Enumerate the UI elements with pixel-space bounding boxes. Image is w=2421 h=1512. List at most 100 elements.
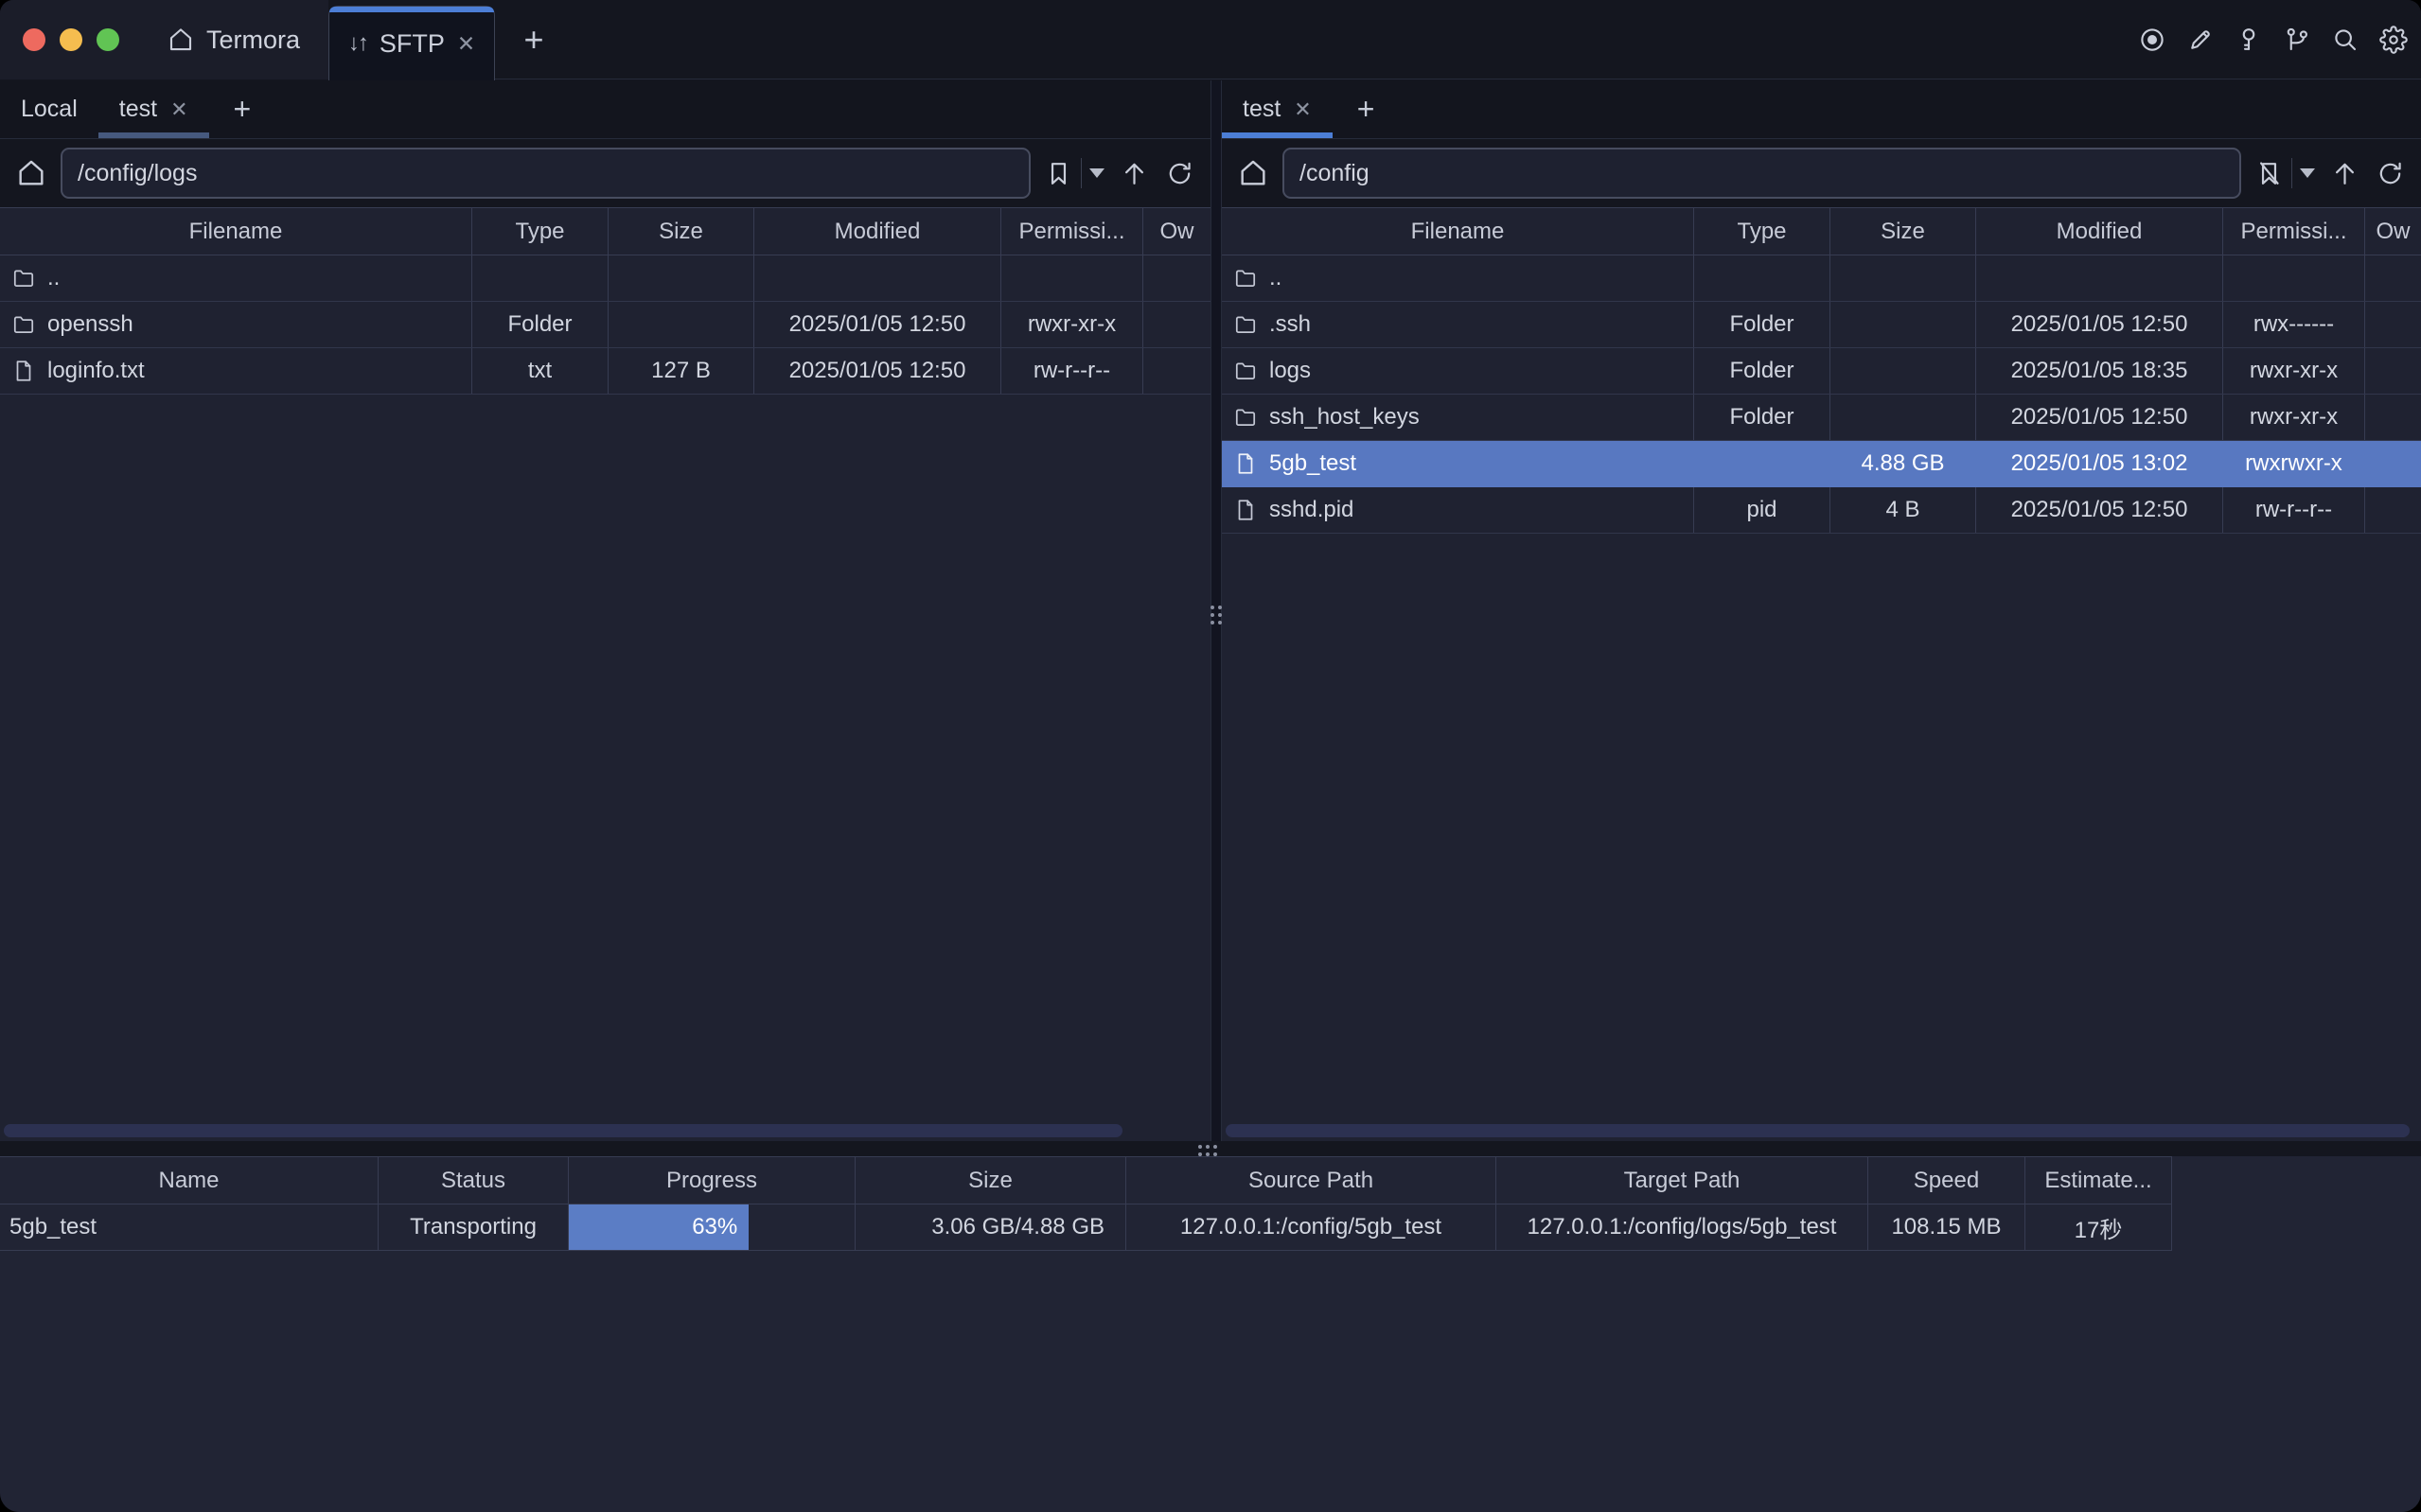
folder-icon [1233,266,1258,290]
left-home-icon[interactable] [15,157,47,189]
progress-label: 63% [692,1214,737,1240]
file-permissions [1001,255,1143,301]
column-header-status[interactable]: Status [379,1157,569,1204]
tab-sftp[interactable]: ↓↑ SFTP ✕ [328,6,495,80]
column-header-name[interactable]: Name [0,1157,379,1204]
minimize-window-button[interactable] [60,28,82,51]
column-header-speed[interactable]: Speed [1868,1157,2025,1204]
branch-icon[interactable] [2283,26,2311,54]
transfer-row-5gb-test[interactable]: 5gb_test Transporting 63% 3.06 GB/4.88 G… [0,1204,2172,1251]
file-type: Folder [472,302,609,347]
tab-right-test-label: test [1243,96,1281,123]
file-row-logs[interactable]: logs Folder 2025/01/05 18:35 rwxr-xr-x [1222,348,2421,395]
chevron-down-icon[interactable] [1089,168,1104,178]
left-refresh-button[interactable] [1163,157,1195,189]
right-bookmark-split-button[interactable] [2254,158,2315,188]
column-header-progress[interactable]: Progress [569,1157,856,1204]
tab-termora[interactable]: Termora [167,0,300,79]
file-row-parent-dir[interactable]: .. [0,255,1210,302]
file-permissions: rw-r--r-- [2223,487,2365,533]
tab-local-label: Local [21,96,78,123]
column-header-size[interactable]: Size [856,1157,1126,1204]
tab-left-test-label: test [119,96,157,123]
filename: .ssh [1269,311,1311,338]
file-row-parent-dir[interactable]: .. [1222,255,2421,302]
column-header-permissions[interactable]: Permissi... [1001,208,1143,255]
file-owner [1143,302,1210,347]
column-header-owner[interactable]: Ow [1143,208,1210,255]
close-window-button[interactable] [23,28,45,51]
transfer-progress-cell: 63% [569,1204,856,1250]
file-icon [11,359,36,383]
column-header-size[interactable]: Size [1830,208,1976,255]
file-modified [754,255,1001,301]
transfer-name: 5gb_test [0,1204,379,1250]
key-icon[interactable] [2235,26,2263,54]
transfer-panel-splitter[interactable] [0,1141,2421,1156]
filename: openssh [47,311,133,338]
file-row-openssh[interactable]: openssh Folder 2025/01/05 12:50 rwxr-xr-… [0,302,1210,348]
file-row-ssh-host-keys[interactable]: ssh_host_keys Folder 2025/01/05 12:50 rw… [1222,395,2421,441]
transfer-size: 3.06 GB/4.88 GB [856,1204,1126,1250]
column-header-modified[interactable]: Modified [754,208,1001,255]
column-header-type[interactable]: Type [472,208,609,255]
column-header-filename[interactable]: Filename [0,208,472,255]
left-pane-new-tab-button[interactable]: + [209,80,276,138]
tab-local[interactable]: Local [0,80,98,138]
file-modified: 2025/01/05 12:50 [1976,395,2223,440]
column-header-filename[interactable]: Filename [1222,208,1694,255]
right-horizontal-scrollbar[interactable] [1226,1124,2410,1137]
transfer-arrows-icon: ↓↑ [348,30,367,57]
column-header-owner[interactable]: Ow [2365,208,2421,255]
folder-icon [1233,359,1258,383]
tab-left-test[interactable]: test ✕ [98,80,209,138]
file-row-loginfo[interactable]: loginfo.txt txt 127 B 2025/01/05 12:50 r… [0,348,1210,395]
file-owner [2365,441,2421,486]
right-path-input[interactable] [1282,148,2241,199]
right-up-directory-button[interactable] [2328,157,2360,189]
pane-splitter-grip[interactable] [1210,606,1222,624]
file-row-ssh[interactable]: .ssh Folder 2025/01/05 12:50 rwx------ [1222,302,2421,348]
column-header-permissions[interactable]: Permissi... [2223,208,2365,255]
file-owner [2365,487,2421,533]
tab-sftp-close-icon[interactable]: ✕ [457,31,475,57]
file-row-sshd-pid[interactable]: sshd.pid pid 4 B 2025/01/05 12:50 rw-r--… [1222,487,2421,534]
file-type: Folder [1694,395,1830,440]
new-tab-button[interactable]: + [511,0,557,79]
tab-right-test[interactable]: test ✕ [1222,80,1333,138]
column-header-target-path[interactable]: Target Path [1496,1157,1868,1204]
left-up-directory-button[interactable] [1118,157,1150,189]
remote-pane: test ✕ + [1222,80,2421,1141]
transfer-target-path: 127.0.0.1:/config/logs/5gb_test [1496,1204,1868,1250]
left-path-input[interactable] [61,148,1031,199]
zoom-window-button[interactable] [97,28,119,51]
right-refresh-button[interactable] [2374,157,2406,189]
file-owner [1143,348,1210,394]
column-header-estimate[interactable]: Estimate... [2025,1157,2172,1204]
right-pathbar [1222,139,2421,207]
file-size: 4.88 GB [1830,441,1976,486]
right-pane-new-tab-button[interactable]: + [1333,80,1400,138]
settings-gear-icon[interactable] [2379,26,2408,54]
left-bookmark-split-button[interactable] [1044,158,1104,188]
search-icon[interactable] [2331,26,2359,54]
tab-right-test-close-icon[interactable]: ✕ [1294,97,1311,122]
file-row-5gb-test-selected[interactable]: 5gb_test 4.88 GB 2025/01/05 13:02 rwxrwx… [1222,441,2421,487]
transfer-panel-splitter-grip[interactable] [1198,1145,1217,1156]
right-home-icon[interactable] [1237,157,1269,189]
file-type [1694,255,1830,301]
file-type: Folder [1694,302,1830,347]
column-header-source-path[interactable]: Source Path [1126,1157,1496,1204]
file-permissions [2223,255,2365,301]
edit-icon[interactable] [2186,26,2215,54]
left-horizontal-scrollbar[interactable] [4,1124,1122,1137]
column-header-type[interactable]: Type [1694,208,1830,255]
pane-splitter[interactable] [1210,80,1222,1141]
file-size [1830,255,1976,301]
chevron-down-icon[interactable] [2300,168,2315,178]
record-icon[interactable] [2138,26,2166,54]
tab-left-test-close-icon[interactable]: ✕ [170,97,187,122]
folder-icon [1233,312,1258,337]
column-header-size[interactable]: Size [609,208,754,255]
column-header-modified[interactable]: Modified [1976,208,2223,255]
